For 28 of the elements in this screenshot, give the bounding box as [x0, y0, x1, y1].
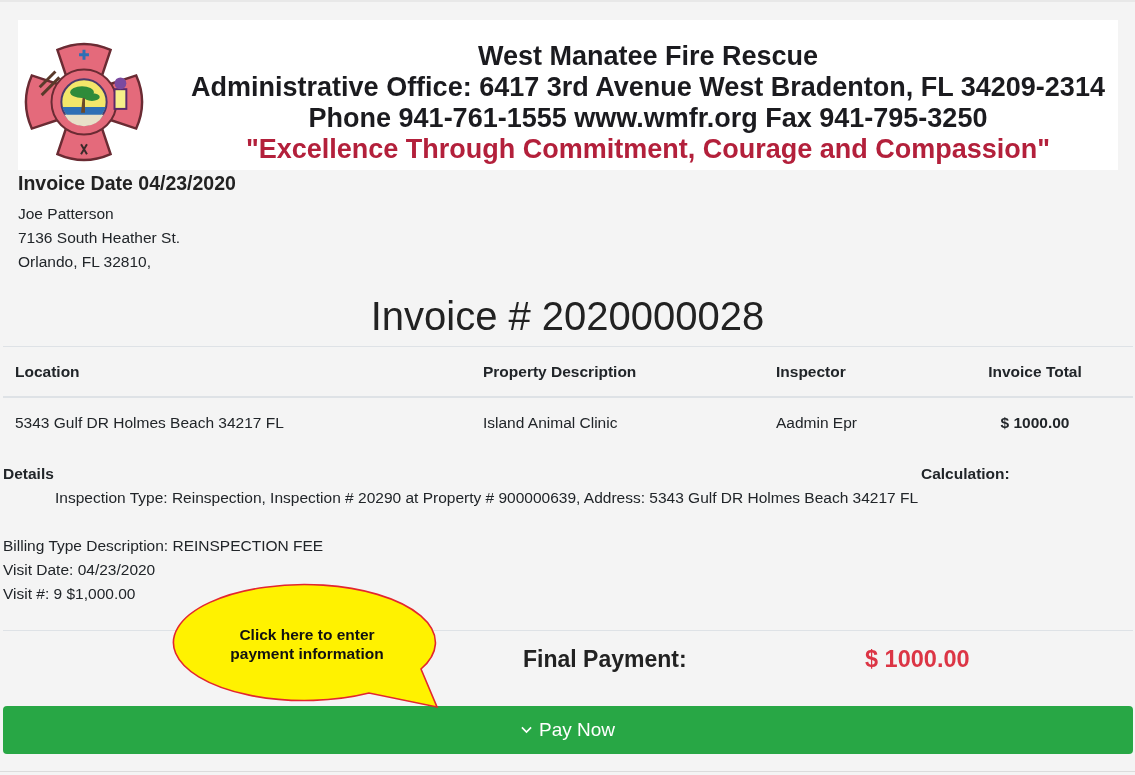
detail-line: Billing Type Description: REINSPECTION FEE — [3, 536, 325, 556]
detail-line: Visit #: 9 $1,000.00 — [3, 584, 137, 604]
office-address: Administrative Office: 6417 3rd Avenue West Bradenton, FL 34209-2314 — [191, 72, 1105, 103]
detail-line: Visit Date: 04/23/2020 — [3, 560, 157, 580]
column-header: Property Description — [482, 362, 638, 382]
table-cell-text: 5343 Gulf DR Holmes Beach 34217 FL — [14, 413, 285, 433]
final-payment-amount: $ 1000.00 — [865, 645, 970, 674]
table-cell-text: $ 1000.00 — [999, 413, 1071, 433]
inspection-description: Inspection Type: Reinspection, Inspection # 20290 at Property # 900000639, Address: 5343 Gulf DR Holmes Beach 34217 FL — [54, 488, 920, 508]
invoice-date: Invoice Date 04/23/2020 — [18, 171, 237, 195]
calculation-heading: Calculation: — [921, 464, 1010, 484]
details-heading: Details — [3, 464, 54, 484]
table-cell-text: Island Animal Clinic — [482, 413, 619, 433]
column-header: Invoice Total — [987, 362, 1083, 382]
address-line: Orlando, FL 32810, — [18, 252, 152, 272]
table-cell-text: Aadmin Epr — [775, 413, 858, 433]
organization-name: West Manatee Fire Rescue — [477, 41, 819, 72]
motto: "Excellence Through Commitment, Courage and Compassion" — [245, 134, 1051, 165]
pay-now-button[interactable]: Pay Now — [3, 706, 1133, 754]
final-payment-label: Final Payment: — [523, 645, 688, 674]
address-line: Joe Patterson — [18, 204, 115, 224]
address-line: 7136 South Heather St. — [18, 228, 181, 248]
contact-line: Phone 941-761-1555 www.wmfr.org Fax 941-795-3250 — [308, 103, 988, 134]
column-header: Inspector — [775, 362, 847, 382]
invoice-number: Invoice # 2020000028 — [369, 294, 766, 338]
callout-text: Click here to enter payment information — [229, 625, 385, 663]
chevron-down-icon — [521, 726, 532, 734]
column-header: Location — [14, 362, 81, 382]
